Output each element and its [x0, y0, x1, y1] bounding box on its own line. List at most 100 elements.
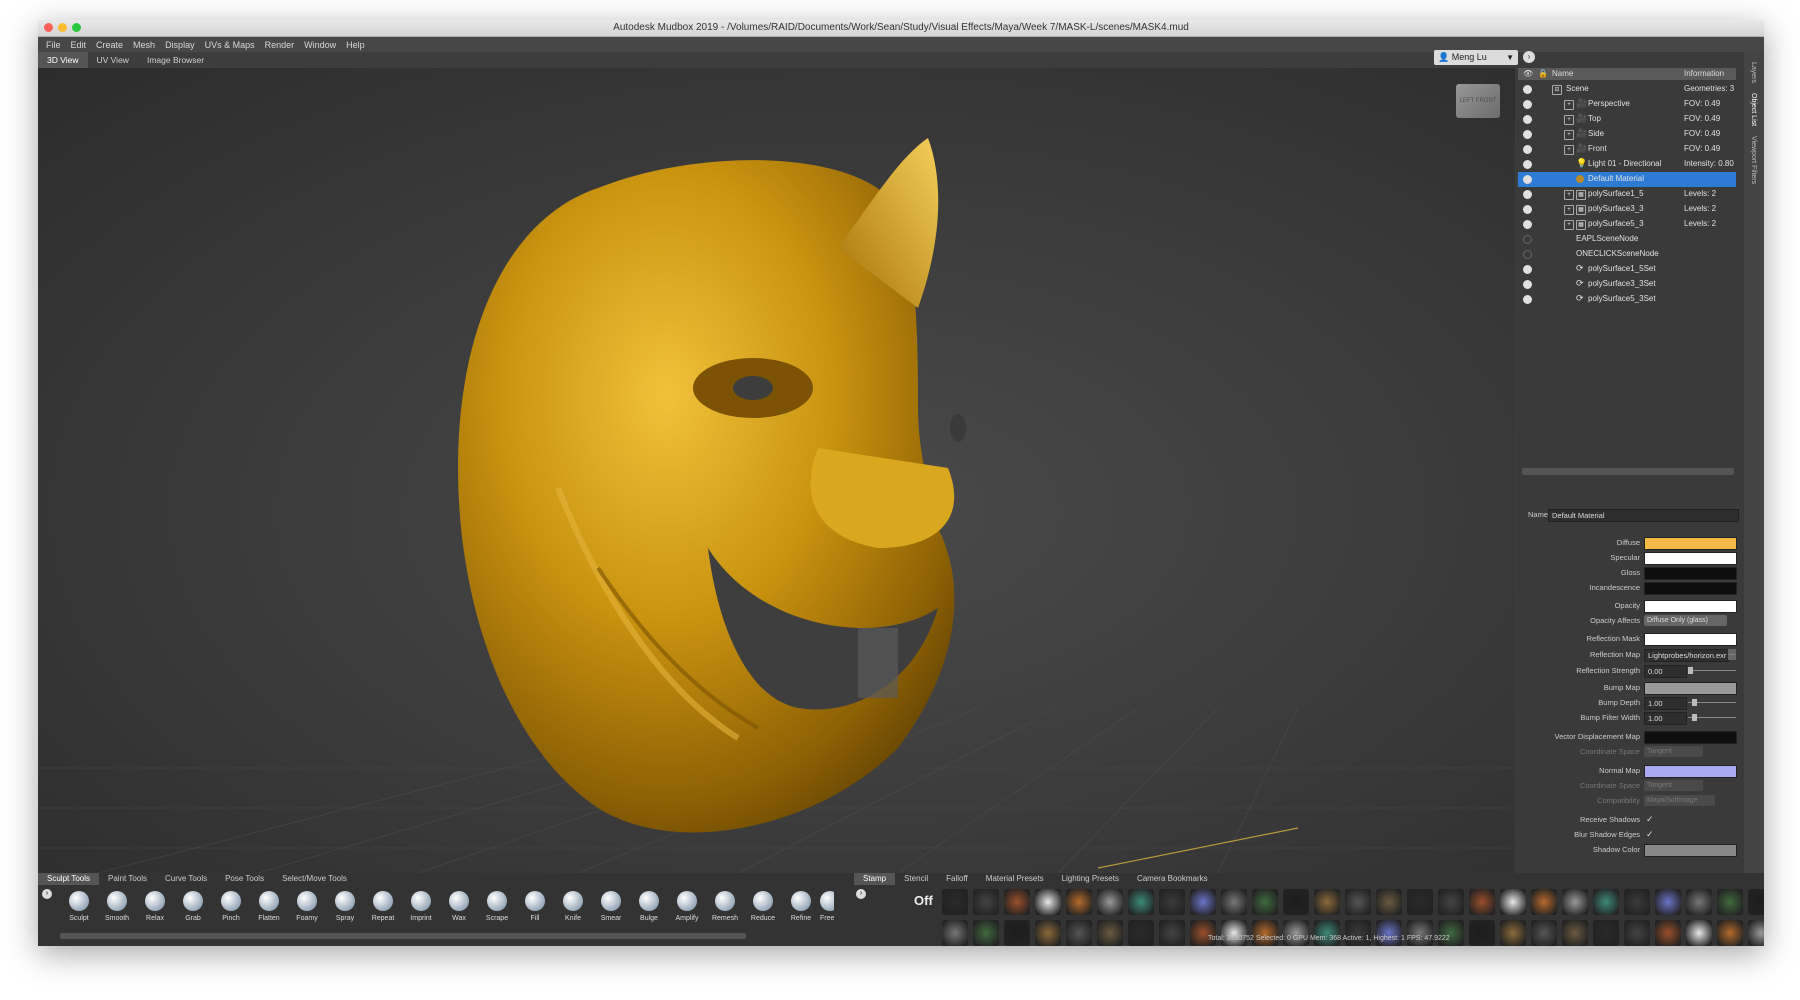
expand-icon[interactable]: + [1564, 190, 1574, 200]
stamp-thumbnail[interactable] [973, 920, 999, 946]
tab-paint-tools[interactable]: Paint Tools [99, 873, 156, 885]
visibility-icon[interactable] [1523, 100, 1532, 109]
tool-free[interactable]: Free [820, 891, 834, 922]
stamp-thumbnail[interactable] [1531, 889, 1557, 915]
menu-window[interactable]: Window [304, 40, 336, 50]
expand-icon[interactable]: + [1564, 145, 1574, 155]
opacity-color-swatch[interactable] [1644, 600, 1737, 613]
stamp-thumbnail[interactable] [1035, 889, 1061, 915]
menu-edit[interactable]: Edit [71, 40, 87, 50]
stamp-thumbnail[interactable] [1686, 889, 1712, 915]
visibility-icon[interactable] [1523, 130, 1532, 139]
view-cube[interactable]: LEFT FRONT [1456, 84, 1500, 118]
tool-scrollbar[interactable] [60, 933, 746, 939]
tab-object-list[interactable]: Object List [1750, 93, 1757, 126]
stamp-thumbnail[interactable] [1252, 889, 1278, 915]
stamp-thumbnail[interactable] [1624, 889, 1650, 915]
outliner-row-front[interactable]: + 🎥 Front FOV: 0.49 [1518, 142, 1736, 157]
stamp-thumbnail[interactable] [1469, 889, 1495, 915]
stamp-off[interactable]: Off [914, 893, 933, 908]
outliner-row-side[interactable]: + 🎥 Side FOV: 0.49 [1518, 127, 1736, 142]
visibility-icon[interactable] [1523, 85, 1532, 94]
diffuse-color-swatch[interactable] [1644, 537, 1737, 550]
tool-spray[interactable]: Spray [326, 891, 364, 922]
tool-imprint[interactable]: Imprint [402, 891, 440, 922]
tab-stamp[interactable]: Stamp [854, 873, 896, 885]
tab-image-browser[interactable]: Image Browser [138, 52, 213, 68]
zoom-window-button[interactable] [72, 23, 81, 32]
expand-icon[interactable]: + [1564, 130, 1574, 140]
stamp-thumbnail[interactable] [1190, 889, 1216, 915]
stamp-thumbnail[interactable] [1655, 889, 1681, 915]
menu-display[interactable]: Display [165, 40, 195, 50]
tool-reduce[interactable]: Reduce [744, 891, 782, 922]
outliner-row-perspective[interactable]: + 🎥 Perspective FOV: 0.49 [1518, 97, 1736, 112]
outliner-row-light[interactable]: 💡 Light 01 - Directional Intensity: 0.80 [1518, 157, 1736, 172]
bump-map-swatch[interactable] [1644, 682, 1737, 695]
tab-layers[interactable]: Layers [1750, 62, 1757, 83]
tool-flatten[interactable]: Flatten [250, 891, 288, 922]
panel-toggle-icon[interactable]: › [1523, 51, 1535, 63]
bump-filter-width-field[interactable]: 1.00 [1644, 712, 1687, 725]
stamp-thumbnail[interactable] [1314, 889, 1340, 915]
tab-material-presets[interactable]: Material Presets [977, 873, 1053, 885]
visibility-icon[interactable] [1523, 235, 1532, 244]
stamp-thumbnail[interactable] [1128, 889, 1154, 915]
stamp-thumbnail[interactable] [1376, 920, 1402, 946]
stamp-thumbnail[interactable] [1345, 920, 1371, 946]
incandescence-color-swatch[interactable] [1644, 582, 1737, 595]
visibility-icon[interactable] [1523, 115, 1532, 124]
tool-remesh[interactable]: Remesh [706, 891, 744, 922]
stamp-thumbnail[interactable] [1066, 889, 1092, 915]
outliner-row-polysurface3-set[interactable]: ⟳ polySurface3_3Set [1518, 277, 1736, 292]
tab-sculpt-tools[interactable]: Sculpt Tools [38, 873, 99, 885]
browse-button[interactable]: … [1728, 649, 1736, 660]
tool-smear[interactable]: Smear [592, 891, 630, 922]
tool-sculpt[interactable]: Sculpt [60, 891, 98, 922]
name-column-header[interactable]: Name [1552, 69, 1573, 78]
reflection-mask-swatch[interactable] [1644, 633, 1737, 646]
stamp-thumbnail[interactable] [1314, 920, 1340, 946]
stamp-thumbnail[interactable] [1469, 920, 1495, 946]
stamp-thumbnail[interactable] [1252, 920, 1278, 946]
reflection-map-field[interactable]: Lightprobes/horizon.exr [1644, 649, 1729, 662]
slider-knob[interactable] [1692, 714, 1697, 721]
tool-refine[interactable]: Refine [782, 891, 820, 922]
menu-mesh[interactable]: Mesh [133, 40, 155, 50]
tool-fill[interactable]: Fill [516, 891, 554, 922]
visibility-icon[interactable] [1523, 295, 1532, 304]
tab-viewport-filters[interactable]: Viewport Filters [1750, 136, 1757, 184]
tool-grab[interactable]: Grab [174, 891, 212, 922]
stamp-thumbnail[interactable] [1066, 920, 1092, 946]
expand-icon[interactable]: + [1564, 100, 1574, 110]
expand-icon[interactable]: + [1564, 205, 1574, 215]
tool-amplify[interactable]: Amplify [668, 891, 706, 922]
slider-knob[interactable] [1688, 667, 1693, 674]
tool-relax[interactable]: Relax [136, 891, 174, 922]
specular-color-swatch[interactable] [1644, 552, 1737, 565]
gloss-color-swatch[interactable] [1644, 567, 1737, 580]
reflection-strength-slider[interactable] [1688, 667, 1736, 674]
stamp-thumbnail[interactable] [1407, 889, 1433, 915]
outliner-row-polysurface5-set[interactable]: ⟳ polySurface5_3Set [1518, 292, 1736, 307]
tab-select-move-tools[interactable]: Select/Move Tools [273, 873, 356, 885]
menu-help[interactable]: Help [346, 40, 365, 50]
opacity-affects-dropdown[interactable]: Diffuse Only (glass) [1644, 615, 1727, 626]
stamp-thumbnail[interactable] [1717, 889, 1743, 915]
visibility-icon[interactable] [1523, 205, 1532, 214]
visibility-icon[interactable] [1523, 250, 1532, 259]
stamp-thumbnail[interactable] [1717, 920, 1743, 946]
tab-curve-tools[interactable]: Curve Tools [156, 873, 216, 885]
receive-shadows-checkbox[interactable]: ✓ [1646, 814, 1654, 825]
stamp-thumbnail[interactable] [1500, 889, 1526, 915]
stamp-thumbnail[interactable] [1531, 920, 1557, 946]
visibility-icon[interactable] [1523, 265, 1532, 274]
outliner-row-polysurface5[interactable]: + ▦ polySurface5_3 Levels: 2 [1518, 217, 1736, 232]
tool-scrape[interactable]: Scrape [478, 891, 516, 922]
stamp-thumbnail[interactable] [942, 920, 968, 946]
outliner-row-eaplscenenode[interactable]: EAPLSceneNode [1518, 232, 1736, 247]
stamp-thumbnail[interactable] [1624, 920, 1650, 946]
minimize-window-button[interactable] [58, 23, 67, 32]
stamp-thumbnail[interactable] [1035, 920, 1061, 946]
menu-file[interactable]: File [46, 40, 61, 50]
